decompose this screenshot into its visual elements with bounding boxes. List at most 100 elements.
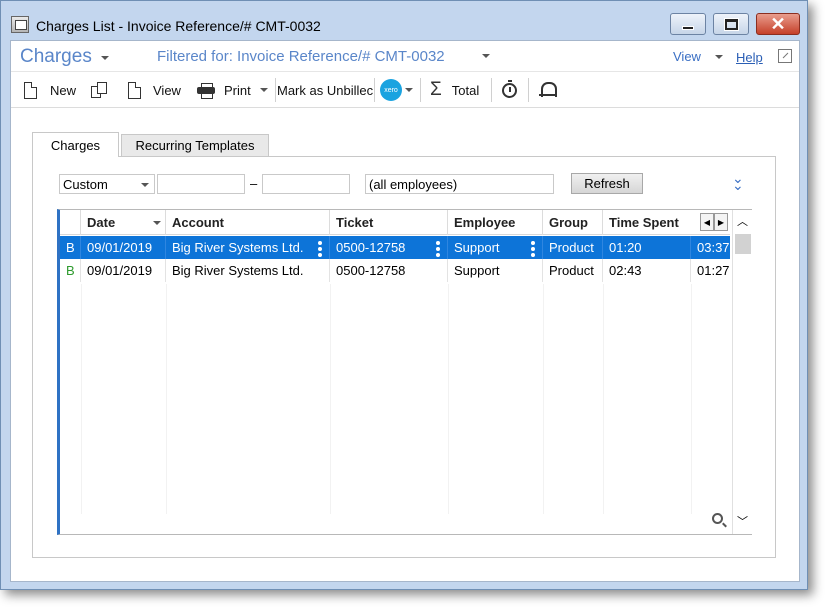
chevron-down-icon[interactable] [715,55,723,59]
chevron-down-icon[interactable] [405,88,413,92]
employee-cell: Support [448,236,543,259]
grid-empty-area [60,284,730,514]
column-label: Account [172,215,224,230]
tab-charges[interactable]: Charges [32,132,119,157]
module-title[interactable]: Charges [20,46,92,68]
copy-button[interactable] [91,72,108,108]
sigma-icon: Σ [430,79,442,100]
scroll-left-icon[interactable]: ◀ [700,213,714,231]
close-button[interactable]: ✕ [756,13,800,35]
window: Charges List - Invoice Reference/# CMT-0… [0,0,808,590]
maximize-icon [723,17,739,31]
help-link[interactable]: Help [736,50,763,65]
view-label: View [153,82,181,98]
column-header-group[interactable]: Group [543,210,603,235]
vertical-scrollbar[interactable]: ︿ ﹀ [732,210,752,534]
employee-filter-field[interactable]: (all employees) [365,174,554,194]
account-cell: Big River Systems Ltd. [166,236,330,259]
toolbar-divider [491,78,492,102]
chevron-down-icon[interactable] [259,88,268,92]
extra-time-cell: 01:27 [697,263,730,278]
column-header-account[interactable]: Account [166,210,330,235]
table-row[interactable]: B 09/01/2019 Big River Systems Ltd. 0500… [60,259,730,282]
new-button[interactable]: New [24,72,76,108]
view-menu[interactable]: View [673,49,701,64]
chevron-down-icon[interactable] [101,56,109,60]
maximize-button[interactable] [713,13,749,35]
view-document-icon [128,81,141,99]
toolbar-divider [275,78,276,102]
employee-cell: Support [448,259,543,282]
billing-flag: B [60,259,81,282]
scroll-up-icon[interactable]: ︿ [733,212,752,230]
column-header-ticket[interactable]: Ticket [330,210,448,235]
column-label: Ticket [336,215,374,230]
xero-button[interactable]: xero [380,72,413,108]
xero-icon: xero [380,79,402,101]
date-range-select[interactable]: Custom [59,174,155,194]
flag-column-header[interactable] [60,210,81,235]
date-from-field[interactable] [157,174,245,194]
column-divider [543,284,544,514]
table-row[interactable]: B 09/01/2019 Big River Systems Ltd. 0500… [60,236,730,259]
column-label: Date [87,215,116,230]
ticket-cell: 0500-12758 [330,236,448,259]
scroll-right-icon[interactable]: ▶ [714,213,728,231]
toolbar-divider [420,78,421,102]
charges-grid: Date Account Ticket Employee Group Time … [57,209,752,535]
mark-unbilled-label: Mark as Unbillec [277,82,374,98]
tab-recurring-templates[interactable]: Recurring Templates [121,134,269,157]
timer-button[interactable] [502,72,517,108]
bell-icon [539,81,557,99]
mark-unbilled-button[interactable]: Mark as Unbillec [277,72,373,108]
total-button[interactable]: Σ Total [430,72,479,108]
minimize-icon [682,26,694,30]
employee-menu-icon[interactable] [531,241,535,257]
window-title: Charges List - Invoice Reference/# CMT-0… [36,18,321,34]
column-divider [330,284,331,514]
column-header-employee[interactable]: Employee [448,210,543,235]
column-header-date[interactable]: Date [81,210,166,235]
chevron-down-icon[interactable] [482,54,490,58]
date-cell: 09/01/2019 [81,236,166,259]
view-button[interactable]: View [128,72,181,108]
popout-icon[interactable] [778,49,792,63]
toolbar-divider [528,78,529,102]
date-separator: – [250,176,258,191]
sort-caret-icon [153,221,161,225]
minimize-button[interactable] [670,13,706,35]
column-label: Time Spent [609,215,679,230]
chevron-down-icon[interactable] [141,183,149,187]
scroll-down-icon[interactable]: ﹀ [733,512,752,530]
horizontal-scroll-buttons: ◀ ▶ [700,213,728,231]
filter-description[interactable]: Filtered for: Invoice Reference/# CMT-00… [157,48,445,65]
group-cell: Product [543,259,603,282]
account-cell: Big River Systems Ltd. [166,259,330,282]
column-divider [166,284,167,514]
column-divider [81,284,82,514]
ticket-menu-icon[interactable] [436,241,440,257]
column-header-time-spent[interactable]: Time Spent [603,210,693,235]
title-bar[interactable]: Charges List - Invoice Reference/# CMT-0… [1,1,807,39]
app-icon [11,16,29,33]
account-menu-icon[interactable] [318,241,322,257]
client-area: Charges Filtered for: Invoice Reference/… [10,40,800,582]
refresh-button[interactable]: Refresh [571,173,643,194]
timer-icon [502,79,517,98]
group-cell: Product [543,236,603,259]
column-divider [448,284,449,514]
expand-chevrons-icon[interactable]: ⌄ ⌄ [732,171,744,192]
time-spent-cell: 02:43 [603,259,691,282]
content-area: Charges Recurring Templates Custom – (al… [11,109,799,581]
tab-label: Charges [50,137,101,153]
search-icon[interactable] [712,513,723,524]
printer-icon [197,83,215,99]
date-to-field[interactable] [262,174,350,194]
scrollbar-thumb[interactable] [735,234,751,254]
date-cell: 09/01/2019 [81,259,166,282]
time-spent-cell: 01:20 [603,236,691,259]
print-label: Print [224,82,251,98]
charges-panel: Custom – (all employees) Refresh ⌄ ⌄ Date [32,156,776,558]
print-button[interactable]: Print [197,72,268,108]
notifications-button[interactable] [539,72,557,108]
